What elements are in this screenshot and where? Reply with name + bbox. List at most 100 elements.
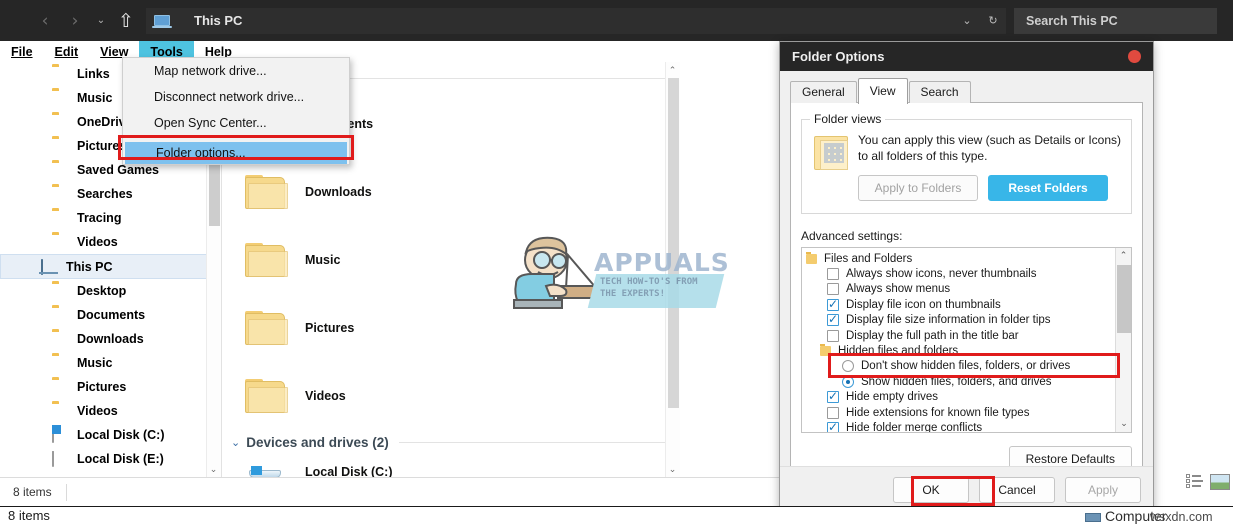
advanced-setting-row[interactable]: Don't show hidden files, folders, or dri… <box>806 359 1131 374</box>
up-arrow-icon[interactable]: ⇧ <box>112 6 140 36</box>
chevron-down-icon[interactable]: ⌄ <box>1116 416 1131 432</box>
checkbox-checked[interactable] <box>827 389 839 404</box>
checkbox-unchecked[interactable] <box>827 283 839 296</box>
sidebar-item-pictures[interactable]: Pictures <box>0 375 221 399</box>
folder-downloads-icon <box>245 174 289 210</box>
content-scroll-thumb[interactable] <box>668 78 679 408</box>
folder-icon <box>52 211 68 225</box>
chevron-down-icon[interactable]: ⌄ <box>90 6 112 36</box>
sidebar-item-local-disk-c[interactable]: Local Disk (C:) <box>0 423 221 447</box>
sidebar-item-local-disk-e[interactable]: Local Disk (E:) <box>0 447 221 471</box>
close-icon[interactable] <box>1128 50 1141 63</box>
sidebar-item-label: Documents <box>77 308 146 322</box>
large-icons-view-icon[interactable] <box>1210 474 1230 490</box>
sidebar-item-label: Music <box>77 91 113 105</box>
tab-general[interactable]: General <box>790 81 857 103</box>
screen-root: File Edit View Tools Help Links Music OneD… <box>0 0 1233 526</box>
radio-selected[interactable] <box>842 375 854 388</box>
advanced-setting-row[interactable]: Always show icons, never thumbnails <box>806 266 1131 281</box>
advanced-list-scroll-thumb[interactable] <box>1117 265 1131 333</box>
sidebar-item-searches[interactable]: Searches <box>0 182 221 206</box>
sidebar-item-music[interactable]: Music <box>0 351 221 375</box>
file-item-videos[interactable]: Videos <box>223 362 680 430</box>
apply-button[interactable]: Apply <box>1065 477 1141 503</box>
chevron-down-icon[interactable]: ⌄ <box>231 436 240 449</box>
advanced-setting-row[interactable]: Hide folder merge conflicts <box>806 420 1131 432</box>
sidebar-item-videos[interactable]: Videos <box>0 230 221 254</box>
sidebar-item-label: Music <box>77 356 113 370</box>
checkbox-unchecked[interactable] <box>827 329 839 342</box>
advanced-setting-label: Display file icon on thumbnails <box>846 298 1001 311</box>
file-item-pictures[interactable]: Pictures <box>223 294 680 362</box>
file-item-local-disk-c[interactable]: Local Disk (C:) <box>223 454 680 477</box>
address-bar[interactable]: This PC ⌄ ↻ <box>146 7 1006 34</box>
advanced-setting-row[interactable]: Display the full path in the title bar <box>806 328 1131 343</box>
cancel-button[interactable]: Cancel <box>979 477 1055 503</box>
tab-search[interactable]: Search <box>908 81 971 103</box>
advanced-settings-list[interactable]: Files and Folders Always show icons, neve… <box>801 247 1132 433</box>
disk-icon <box>52 451 68 467</box>
advanced-setting-row[interactable]: Hide extensions for known file types <box>806 405 1131 420</box>
radio-unselected[interactable] <box>842 360 854 373</box>
dialog-title-bar: Folder Options <box>780 42 1153 71</box>
address-bar-path: This PC <box>194 13 243 28</box>
sidebar-item-videos[interactable]: Videos <box>0 399 221 423</box>
folder-videos-icon <box>245 378 289 414</box>
sidebar-item-documents[interactable]: Documents <box>0 303 221 327</box>
chevron-down-icon[interactable]: ⌄ <box>954 14 980 27</box>
advanced-list-scrollbar[interactable]: ⌃ ⌄ <box>1115 248 1131 432</box>
menu-item-open-sync-center[interactable]: Open Sync Center... <box>123 110 349 136</box>
file-item-music[interactable]: Music <box>223 226 680 294</box>
details-view-icon[interactable] <box>1186 474 1203 489</box>
menu-file[interactable]: File <box>0 41 44 62</box>
ok-button[interactable]: OK <box>893 477 969 503</box>
advanced-setting-row[interactable]: Display file icon on thumbnails <box>806 297 1131 312</box>
sidebar-item-tracing[interactable]: Tracing <box>0 206 221 230</box>
advanced-setting-row[interactable]: Always show menus <box>806 282 1131 297</box>
sidebar-scroll-down-icon[interactable]: ⌄ <box>206 461 221 477</box>
search-input[interactable]: Search This PC <box>1014 7 1217 34</box>
reset-folders-button[interactable]: Reset Folders <box>988 175 1108 201</box>
file-item-downloads[interactable]: Downloads <box>223 158 680 226</box>
menu-edit[interactable]: Edit <box>44 41 90 62</box>
sidebar-item-label: Pictures <box>77 380 127 394</box>
content-scroll-down-icon[interactable]: ⌄ <box>665 461 680 477</box>
menu-item-folder-options[interactable]: Folder options... <box>125 142 347 164</box>
checkbox-checked[interactable] <box>827 420 839 432</box>
button-label: Apply to Folders <box>874 181 962 195</box>
checkbox-unchecked[interactable] <box>827 268 839 281</box>
file-explorer-window: File Edit View Tools Help Links Music OneD… <box>0 0 780 506</box>
forward-arrow-icon[interactable]: › <box>60 6 90 36</box>
back-arrow-icon[interactable]: ‹ <box>30 6 60 36</box>
devices-group-label: Devices and drives (2) <box>246 434 389 450</box>
tab-view[interactable]: View <box>857 78 908 104</box>
advanced-setting-row[interactable]: Display file size information in folder … <box>806 312 1131 328</box>
advanced-setting-row: Files and Folders <box>806 251 1131 266</box>
folder-icon <box>52 67 68 81</box>
refresh-icon[interactable]: ↻ <box>980 14 1006 27</box>
apply-to-folders-button[interactable]: Apply to Folders <box>858 175 978 201</box>
devices-group-header[interactable]: ⌄ Devices and drives (2) <box>231 432 680 452</box>
checkbox-checked[interactable] <box>827 312 839 327</box>
sidebar-item-this-pc[interactable]: This PC <box>0 254 221 279</box>
sidebar-item-label: This PC <box>66 259 113 274</box>
onedrive-icon <box>52 115 68 129</box>
sidebar-item-downloads[interactable]: Downloads <box>0 327 221 351</box>
advanced-setting-row[interactable]: Show hidden files, folders, and drives <box>806 374 1131 389</box>
menu-item-disconnect-network-drive[interactable]: Disconnect network drive... <box>123 84 349 110</box>
sidebar-item-label: Tracing <box>77 211 122 225</box>
advanced-setting-row[interactable]: Hide empty drives <box>806 389 1131 405</box>
sidebar-item-label: Downloads <box>77 332 144 346</box>
menu-bar: File Edit View Tools Help <box>0 41 780 62</box>
status-divider <box>65 483 67 501</box>
content-scroll-up-icon[interactable]: ⌃ <box>665 62 680 78</box>
search-placeholder: Search This PC <box>1026 13 1118 28</box>
content-scrollbar[interactable]: ⌃ ⌄ <box>665 62 680 477</box>
tools-dropdown-menu[interactable]: Map network drive... Disconnect network … <box>122 57 350 165</box>
checkbox-unchecked[interactable] <box>827 406 839 419</box>
sidebar-item-desktop[interactable]: Desktop <box>0 279 221 303</box>
chevron-up-icon[interactable]: ⌃ <box>1116 248 1131 264</box>
folder-icon <box>820 344 831 357</box>
menu-item-map-network-drive[interactable]: Map network drive... <box>123 58 349 84</box>
checkbox-checked[interactable] <box>827 297 839 311</box>
